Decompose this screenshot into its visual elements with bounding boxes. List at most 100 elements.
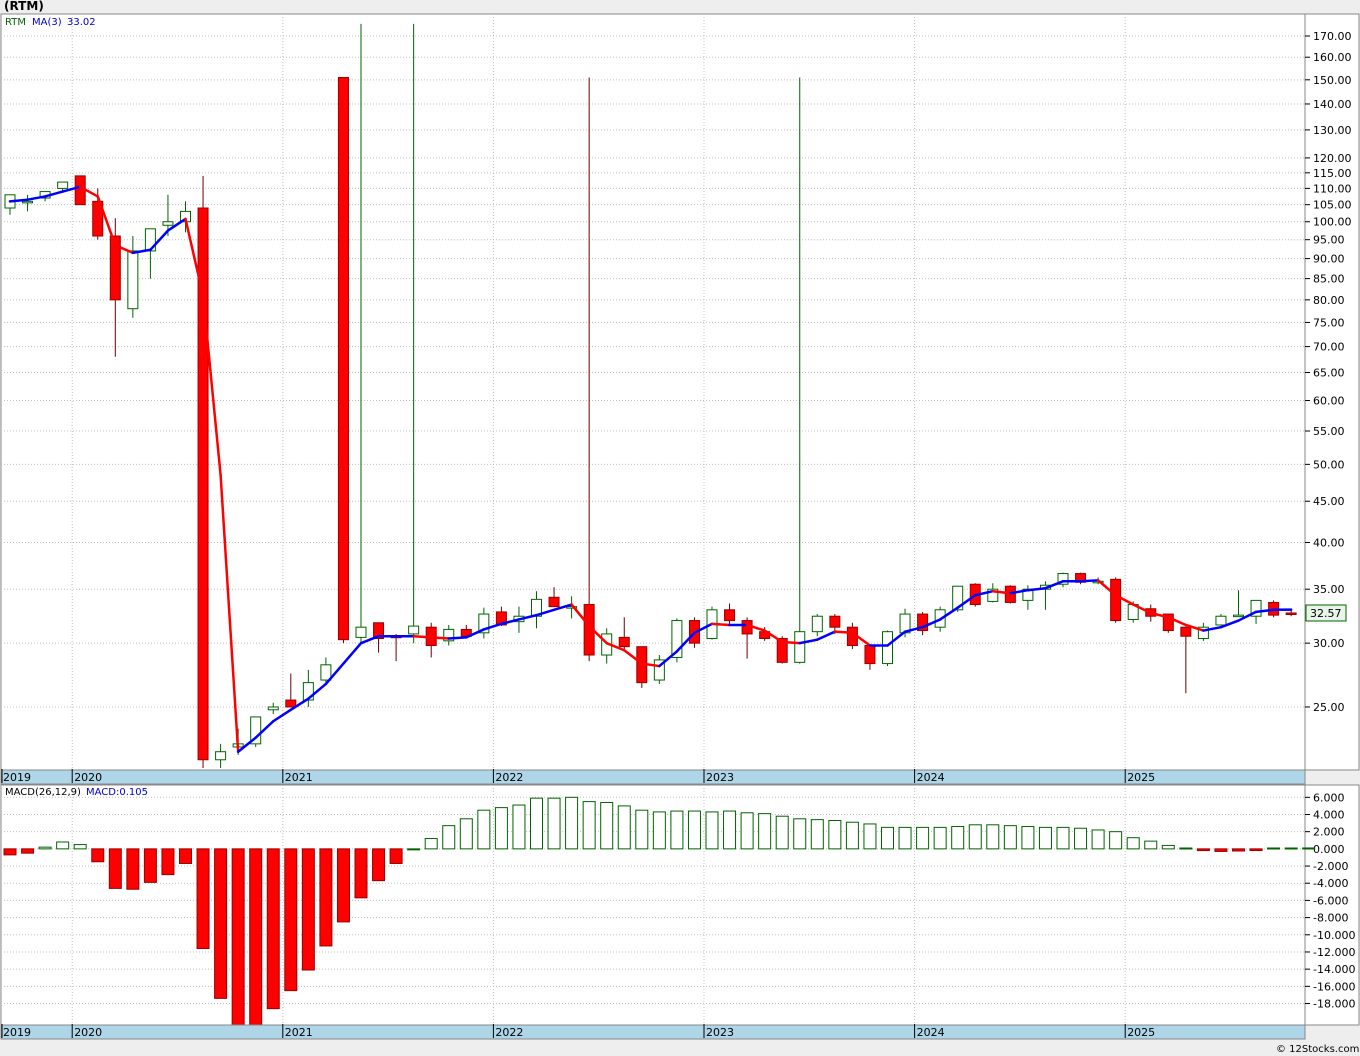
macd-bar	[56, 841, 70, 850]
macd-bar	[231, 848, 245, 1026]
candle-body	[794, 631, 806, 663]
macd-bar	[91, 848, 105, 863]
ma-segment	[1079, 579, 1100, 583]
macd-bar	[670, 810, 684, 850]
macd-bar	[1214, 848, 1228, 852]
macd-bar	[968, 824, 982, 850]
macd-bar	[512, 804, 526, 850]
x-tick-label: 2021	[285, 771, 313, 784]
price-tick-label: 75.00	[1313, 316, 1345, 329]
macd-tick-label: -4.000	[1313, 877, 1348, 890]
macd-bar	[494, 807, 508, 850]
ma-segment	[429, 636, 450, 640]
price-tick-label: 30.00	[1313, 637, 1345, 650]
candle-body	[22, 200, 34, 204]
price-tick-label: 45.00	[1313, 495, 1345, 508]
macd-bar	[161, 848, 175, 876]
macd-tick-label: -2.000	[1313, 860, 1348, 873]
macd-bar	[354, 848, 368, 899]
macd-bar	[635, 809, 649, 850]
macd-bar	[793, 818, 807, 850]
macd-bar	[1284, 847, 1298, 850]
candle-body	[74, 175, 86, 206]
stock-chart: (RTM) 25.00 30.00 35.00 40.00 45.00 50.00 55.0…	[0, 0, 1360, 1055]
x-tick-label: 2019	[3, 771, 31, 784]
candle-body	[320, 664, 332, 681]
x-tick-label: 2019	[3, 1026, 31, 1039]
macd-bar	[1003, 825, 1017, 850]
macd-bar	[1126, 837, 1140, 850]
candle-body	[162, 221, 174, 226]
macd-bar	[1091, 829, 1105, 850]
macd-bar	[986, 824, 1000, 850]
price-tick-label: 35.00	[1313, 583, 1345, 596]
macd-bar	[1232, 848, 1245, 852]
macd-bar	[617, 805, 631, 850]
macd-bar	[1179, 847, 1193, 850]
price-tick-label: 115.00	[1313, 167, 1352, 180]
macd-legend-label: MACD(26,12,9)	[5, 787, 81, 798]
macd-bar	[196, 848, 210, 950]
price-tick-label: 100.00	[1313, 216, 1352, 229]
chart-root: (RTM) 25.00 30.00 35.00 40.00 45.00 50.00 55.0…	[0, 0, 1360, 1056]
price-tick-label: 50.00	[1313, 458, 1345, 471]
macd-bar	[600, 801, 614, 850]
candle-body	[864, 644, 876, 665]
macd-tick-label: -6.000	[1313, 894, 1348, 907]
candle-body	[548, 596, 560, 608]
ma-segment	[710, 622, 731, 627]
macd-bar	[284, 848, 298, 992]
macd-bar	[1038, 826, 1052, 850]
price-tick-label: 95.00	[1313, 234, 1345, 247]
macd-bar	[407, 848, 421, 851]
candle-body	[1180, 626, 1192, 637]
x-tick-label: 2020	[74, 771, 102, 784]
candle-body	[57, 181, 69, 189]
candle-body	[408, 625, 420, 635]
macd-bar	[828, 820, 842, 850]
macd-bar	[898, 826, 912, 850]
macd-bar	[336, 848, 350, 923]
price-legend-symbol: RTM	[5, 17, 26, 28]
macd-bar	[916, 826, 930, 850]
macd-bar	[1249, 848, 1263, 852]
macd-bar	[1021, 826, 1035, 850]
price-tick-label: 55.00	[1313, 425, 1345, 438]
price-tick-label: 40.00	[1313, 536, 1345, 549]
macd-bar	[126, 848, 140, 890]
macd-bar	[1267, 847, 1281, 850]
candle-body	[829, 615, 841, 628]
macd-tick-label: -16.000	[1313, 980, 1355, 993]
candle-body	[1215, 615, 1227, 626]
macd-bar	[810, 819, 824, 850]
candle-body	[882, 631, 893, 665]
price-tick-label: 120.00	[1313, 152, 1352, 165]
macd-bar	[863, 823, 877, 850]
macd-bar	[143, 848, 157, 883]
macd-bar	[389, 848, 403, 864]
x-tick-label: 2025	[1127, 771, 1155, 784]
x-tick-label: 2024	[917, 771, 945, 784]
macd-bar	[530, 797, 543, 850]
candle-body	[267, 706, 279, 711]
price-tick-label: 110.00	[1313, 182, 1352, 195]
macd-bar	[3, 848, 17, 856]
macd-tick-label: -10.000	[1313, 929, 1355, 942]
macd-bar	[547, 797, 561, 850]
x-tick-label: 2023	[706, 771, 734, 784]
price-legend-ma-value: 33.02	[67, 17, 96, 28]
macd-bar	[687, 810, 701, 850]
macd-bar	[1302, 847, 1316, 850]
macd-bar	[1196, 848, 1210, 852]
macd-bar	[881, 826, 894, 850]
price-panel	[0, 13, 1306, 771]
price-tick-label: 80.00	[1313, 294, 1345, 307]
x-tick-label: 2020	[74, 1026, 102, 1039]
price-tick-label: 140.00	[1313, 98, 1352, 111]
macd-bar	[214, 848, 228, 999]
macd-tick-label: -12.000	[1313, 946, 1355, 959]
macd-bar	[459, 818, 473, 850]
candle-body	[1110, 578, 1122, 622]
macd-tick-label: -18.000	[1313, 998, 1355, 1011]
price-tick-label: 160.00	[1313, 51, 1352, 64]
